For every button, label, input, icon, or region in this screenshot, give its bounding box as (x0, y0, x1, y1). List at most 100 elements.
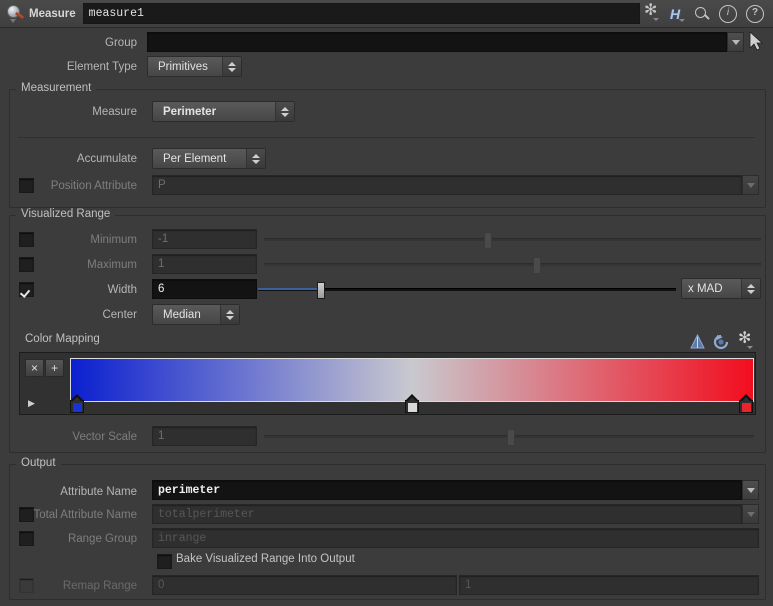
color-mapping-gear-icon[interactable] (738, 331, 754, 350)
center-menu[interactable]: Median (152, 304, 240, 325)
node-type-label: Measure (29, 7, 76, 20)
measurement-group-title: Measurement (16, 82, 97, 94)
remove-color-key-label: × (30, 361, 38, 375)
position-attribute-dropdown-button[interactable] (742, 175, 759, 195)
remap-range-max-value: 1 (465, 579, 472, 591)
width-units-spinner-icon[interactable] (741, 279, 760, 298)
group-label: Group (105, 37, 137, 49)
position-attribute-label-row: Position Attribute (0, 176, 145, 196)
attribute-name-value: perimeter (158, 483, 221, 497)
ramp-preset-icon[interactable] (689, 334, 706, 350)
add-color-key-button[interactable]: + (45, 359, 64, 377)
remove-color-key-button[interactable]: × (25, 359, 44, 377)
center-label: Center (102, 309, 137, 321)
asterisk-icon[interactable] (644, 3, 660, 22)
total-attribute-name-dropdown-button[interactable] (742, 504, 759, 524)
remap-range-max-input[interactable]: 1 (459, 575, 759, 595)
measure-label: Measure (92, 106, 137, 118)
vector-scale-label: Vector Scale (72, 431, 137, 443)
total-attribute-name-label: Total Attribute Name (33, 509, 137, 521)
measure-value: Perimeter (163, 105, 217, 118)
add-color-key-label: + (50, 361, 58, 375)
range-group-label-row: Range Group (0, 529, 145, 549)
center-spinner-icon[interactable] (220, 305, 239, 324)
vector-scale-value: 1 (158, 430, 165, 442)
width-units-menu[interactable]: x MAD (681, 278, 761, 299)
accumulate-spinner-icon[interactable] (246, 149, 265, 168)
minimum-slider[interactable] (264, 229, 761, 249)
element-type-value: Primitives (158, 60, 208, 73)
position-attribute-label: Position Attribute (50, 180, 137, 192)
attribute-name-dropdown-button[interactable] (742, 480, 759, 500)
group-dropdown-button[interactable] (727, 32, 744, 52)
center-value: Median (163, 308, 201, 321)
attribute-name-label-row: Attribute Name (0, 482, 145, 502)
measure-node-icon (6, 4, 25, 23)
accumulate-value: Per Element (163, 152, 227, 165)
reverse-ramp-icon[interactable] (713, 334, 730, 350)
group-input[interactable] (147, 32, 727, 52)
group-pick-cursor-icon[interactable] (748, 31, 764, 51)
group-label-row: Group (0, 33, 145, 53)
accumulate-label: Accumulate (76, 153, 137, 165)
total-attribute-name-input[interactable]: totalperimeter (152, 504, 742, 524)
vector-scale-input[interactable]: 1 (152, 426, 257, 446)
vector-scale-label-row: Vector Scale (0, 427, 145, 447)
accumulate-menu[interactable]: Per Element (152, 148, 266, 169)
houdini-h-icon[interactable] (669, 6, 685, 22)
bake-visualized-range-checkbox[interactable] (157, 554, 172, 569)
measure-spinner-icon[interactable] (275, 102, 294, 121)
width-label: Width (107, 284, 137, 296)
element-type-menu[interactable]: Primitives (147, 56, 242, 77)
element-type-spinner-icon[interactable] (222, 57, 241, 76)
width-slider-handle[interactable] (317, 282, 325, 299)
measure-menu[interactable]: Perimeter (152, 101, 295, 122)
maximum-value: 1 (158, 258, 165, 270)
position-attribute-value: P (158, 179, 166, 191)
node-name-input[interactable]: measure1 (82, 3, 640, 24)
maximum-label-row: Maximum (0, 255, 145, 275)
width-label-row: Width (0, 280, 145, 300)
minimum-label-row: Minimum (0, 230, 145, 250)
ramp-expand-arrow-icon[interactable]: ▶ (28, 398, 35, 409)
minimum-label: Minimum (90, 234, 137, 246)
total-attribute-name-value: totalperimeter (158, 507, 255, 521)
node-titlebar: Measure measure1 i ? (0, 0, 773, 28)
element-type-label: Element Type (66, 61, 137, 73)
maximum-input[interactable]: 1 (152, 254, 257, 274)
search-icon[interactable] (694, 6, 710, 22)
remap-range-label: Remap Range (62, 580, 137, 592)
measure-label-row: Measure (0, 102, 145, 122)
node-name-value: measure1 (88, 7, 144, 20)
width-slider-fill (258, 288, 320, 290)
range-group-value: inrange (158, 531, 207, 545)
position-attribute-input[interactable]: P (152, 175, 742, 195)
minimum-slider-handle[interactable] (484, 232, 492, 249)
width-value: 6 (158, 283, 165, 295)
width-slider[interactable] (258, 279, 676, 299)
titlebar-icon-group: i ? (644, 3, 764, 23)
visualized-range-group-title: Visualized Range (16, 208, 116, 220)
maximum-label: Maximum (87, 259, 137, 271)
total-attribute-name-label-row: Total Attribute Name (0, 505, 145, 525)
maximum-slider-handle[interactable] (533, 257, 541, 274)
color-mapping-title: Color Mapping (25, 333, 100, 345)
attribute-name-input[interactable]: perimeter (152, 480, 742, 500)
width-units-value: x MAD (688, 282, 723, 295)
color-key-red[interactable] (739, 394, 753, 413)
vector-scale-slider-handle[interactable] (507, 429, 515, 446)
vector-scale-slider[interactable] (264, 426, 754, 446)
range-group-input[interactable]: inrange (152, 528, 759, 548)
help-icon[interactable]: ? (746, 4, 764, 23)
remap-range-min-input[interactable]: 0 (152, 575, 457, 595)
maximum-slider[interactable] (264, 254, 761, 274)
minimum-value: -1 (158, 233, 169, 245)
width-input[interactable]: 6 (152, 279, 257, 299)
minimum-input[interactable]: -1 (152, 229, 257, 249)
element-type-label-row: Element Type (0, 57, 145, 77)
bake-visualized-range-label: Bake Visualized Range Into Output (176, 553, 355, 565)
color-key-blue[interactable] (70, 394, 84, 413)
color-key-white[interactable] (405, 394, 419, 413)
info-icon[interactable]: i (719, 4, 737, 23)
minimum-slider-track (264, 238, 761, 241)
